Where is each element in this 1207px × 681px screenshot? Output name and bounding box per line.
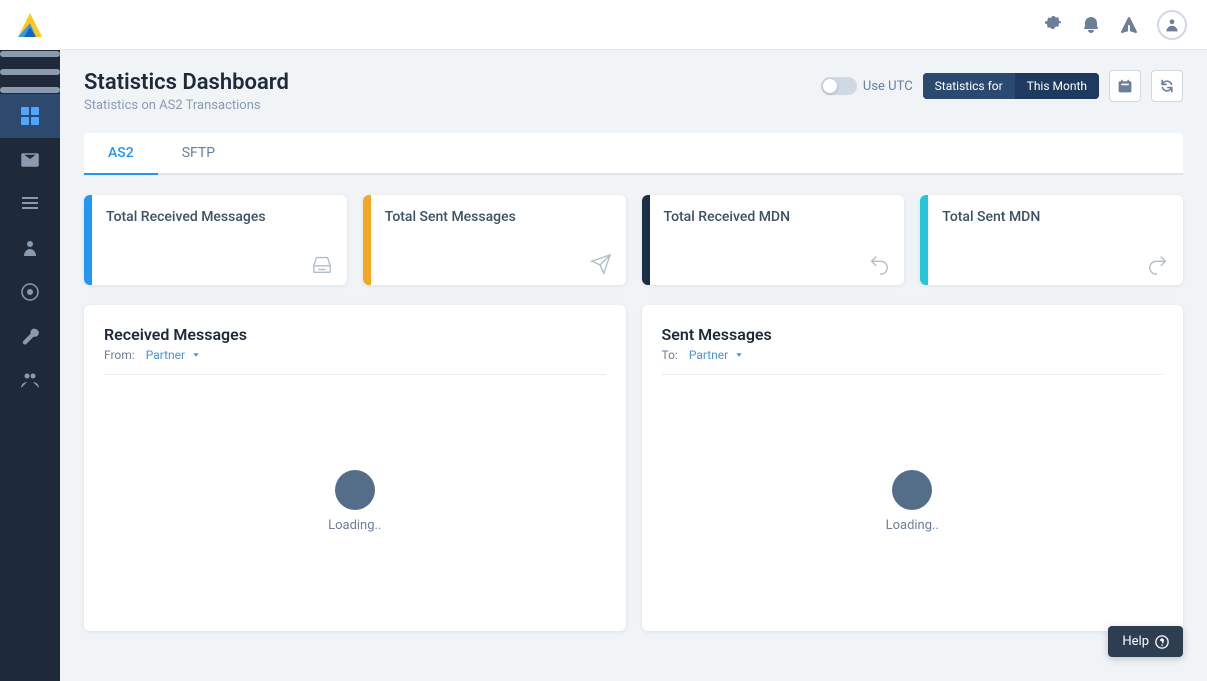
stats-cards-grid: Total Received Messages Total Sent Messa… <box>84 195 1183 285</box>
stat-card-icon-received <box>106 253 333 275</box>
user-avatar-icon <box>1164 17 1180 33</box>
stat-card-icon-recv-mdn <box>664 253 891 275</box>
loading-text-sent: Loading.. <box>886 518 939 533</box>
chart-sent-messages: Sent Messages To: Partner Loading.. <box>642 305 1184 631</box>
stat-card-body-received: Total Received Messages <box>92 195 347 285</box>
stat-card-title-sent-mdn: Total Sent MDN <box>942 209 1169 225</box>
loading-spinner-received <box>335 470 375 510</box>
sidebar <box>0 0 60 681</box>
circle-settings-icon <box>20 282 40 302</box>
stat-card-body-recv-mdn: Total Received MDN <box>650 195 905 285</box>
bell-icon <box>1081 15 1101 35</box>
sidebar-item-users[interactable] <box>0 358 60 402</box>
stat-card-title-received: Total Received Messages <box>106 209 333 225</box>
gear-icon <box>1043 15 1063 35</box>
loading-text-received: Loading.. <box>328 518 381 533</box>
forward-icon <box>1147 253 1169 275</box>
sidebar-item-partners[interactable] <box>0 226 60 270</box>
dashboard-icon <box>20 106 40 126</box>
page-content: Statistics Dashboard Statistics on AS2 T… <box>60 50 1207 681</box>
reply-icon <box>868 253 890 275</box>
refresh-icon <box>1159 78 1175 94</box>
envelope-icon <box>20 150 40 170</box>
calendar-icon <box>1117 78 1133 94</box>
stat-card-title-recv-mdn: Total Received MDN <box>664 209 891 225</box>
chart-received-subtitle-prefix: From: <box>104 348 135 362</box>
hamburger-icon <box>0 42 60 102</box>
stat-card-bar-sent <box>363 195 371 285</box>
stat-card-icon-sent <box>385 253 612 275</box>
page-header: Statistics Dashboard Statistics on AS2 T… <box>84 70 1183 113</box>
chart-sent-subtitle-prefix: To: <box>662 348 678 362</box>
chart-divider-sent <box>662 374 1164 375</box>
settings-nav-icon[interactable] <box>1043 15 1063 35</box>
cursor-icon <box>1119 15 1139 35</box>
wrench-icon <box>20 326 40 346</box>
sidebar-item-tools[interactable] <box>0 314 60 358</box>
chart-received-title: Received Messages <box>104 325 606 344</box>
stat-card-icon-sent-mdn <box>942 253 1169 275</box>
stats-for-value[interactable]: This Month <box>1015 73 1099 99</box>
loading-spinner-sent <box>892 470 932 510</box>
help-label: Help <box>1122 634 1149 649</box>
stat-card-body-sent-mdn: Total Sent MDN <box>928 195 1183 285</box>
calendar-button[interactable] <box>1109 70 1141 102</box>
chart-sent-title: Sent Messages <box>662 325 1164 344</box>
loading-area-sent: Loading.. <box>662 391 1164 611</box>
stat-card-sent-messages: Total Sent Messages <box>363 195 626 285</box>
page-title: Statistics Dashboard <box>84 70 289 95</box>
main-area: Statistics Dashboard Statistics on AS2 T… <box>60 0 1207 681</box>
chart-received-subtitle: From: Partner <box>104 348 606 362</box>
chart-sent-subtitle: To: Partner <box>662 348 1164 362</box>
use-utc-toggle[interactable] <box>821 77 857 95</box>
send-icon <box>590 253 612 275</box>
sent-partner-filter-icon[interactable] <box>732 348 746 362</box>
person-icon <box>20 238 40 258</box>
chart-received-subtitle-value: Partner <box>146 348 185 362</box>
help-question-icon <box>1155 635 1169 649</box>
utc-toggle-group: Use UTC <box>821 77 913 95</box>
group-icon <box>20 370 40 390</box>
stat-card-bar-received <box>84 195 92 285</box>
toggle-knob <box>823 79 837 93</box>
stat-card-title-sent: Total Sent Messages <box>385 209 612 225</box>
sidebar-item-transactions[interactable] <box>0 182 60 226</box>
page-subtitle: Statistics on AS2 Transactions <box>84 98 289 113</box>
top-navigation <box>60 0 1207 50</box>
menu-toggle[interactable] <box>0 50 60 94</box>
header-controls: Use UTC Statistics for This Month <box>821 70 1183 102</box>
stat-card-received-messages: Total Received Messages <box>84 195 347 285</box>
inbox-icon <box>311 253 333 275</box>
stat-card-bar-sent-mdn <box>920 195 928 285</box>
tab-as2[interactable]: AS2 <box>84 133 158 175</box>
page-title-area: Statistics Dashboard Statistics on AS2 T… <box>84 70 289 113</box>
loading-area-received: Loading.. <box>104 391 606 611</box>
bell-nav-icon[interactable] <box>1081 15 1101 35</box>
help-button[interactable]: Help <box>1108 626 1183 657</box>
tab-sftp[interactable]: SFTP <box>158 133 239 175</box>
sidebar-item-messages[interactable] <box>0 138 60 182</box>
sidebar-item-dashboard[interactable] <box>0 94 60 138</box>
logo-icon <box>14 9 46 41</box>
stat-card-bar-recv-mdn <box>642 195 650 285</box>
sidebar-item-settings[interactable] <box>0 270 60 314</box>
refresh-button[interactable] <box>1151 70 1183 102</box>
stat-card-sent-mdn: Total Sent MDN <box>920 195 1183 285</box>
list-icon <box>20 194 40 214</box>
protocol-tabs: AS2 SFTP <box>84 133 1183 175</box>
chart-divider-received <box>104 374 606 375</box>
use-utc-label: Use UTC <box>863 79 913 94</box>
user-avatar[interactable] <box>1157 10 1187 40</box>
stat-card-body-sent: Total Sent Messages <box>371 195 626 285</box>
chart-received-messages: Received Messages From: Partner Loading.… <box>84 305 626 631</box>
partner-filter-icon[interactable] <box>189 348 203 362</box>
stat-card-received-mdn: Total Received MDN <box>642 195 905 285</box>
stats-for-group: Statistics for This Month <box>923 73 1099 99</box>
stats-for-label: Statistics for <box>923 73 1015 99</box>
chart-sent-subtitle-value: Partner <box>689 348 728 362</box>
navigation-nav-icon[interactable] <box>1119 15 1139 35</box>
charts-grid: Received Messages From: Partner Loading.… <box>84 305 1183 631</box>
